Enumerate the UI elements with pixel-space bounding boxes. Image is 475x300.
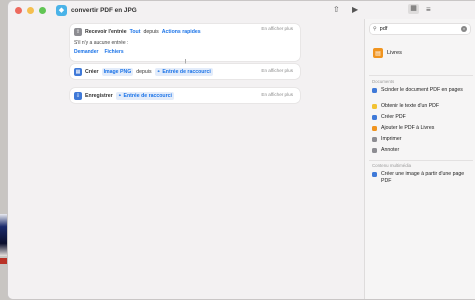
action-item-label: Créer une image à partir d'une page PDF [381, 171, 465, 184]
text-icon [372, 103, 377, 109]
library-icon[interactable]: ▦ [408, 4, 419, 14]
action-row: ⇧ Recevoir l'entrée Tout depuis Actions … [70, 24, 300, 39]
shortcut-input-token[interactable]: ⚬ Entrée de raccourci [115, 91, 174, 100]
action-name: Enregistrer [85, 92, 113, 99]
settings-slider-icon[interactable]: ≡ [426, 5, 431, 14]
action-item-print[interactable]: Imprimer [372, 136, 470, 143]
action-row: ⇩ Enregistrer ⚬ Entrée de raccourci En a… [70, 88, 300, 103]
input-source-token[interactable]: Actions rapides [162, 29, 201, 35]
shortcut-title[interactable]: convertir PDF en JPG [71, 7, 137, 14]
close-window-button[interactable] [15, 6, 22, 14]
action-item-split-pdf[interactable]: Scinder le document PDF en pages [372, 87, 470, 94]
token-label: Entrée de raccourci [123, 92, 172, 99]
action-library-sidebar: ⚲ pdf × ▤ Livres Documents Scinder le do… [364, 19, 475, 299]
shortcut-input-token[interactable]: ⚬ Entrée de raccourci [154, 67, 213, 76]
save-icon: ⇩ [74, 91, 82, 100]
shortcut-editor: ⇧ Recevoir l'entrée Tout depuis Actions … [8, 19, 364, 299]
books-icon [372, 125, 377, 131]
pdf-icon [372, 114, 377, 120]
action-name: Recevoir l'entrée [85, 28, 127, 35]
search-input[interactable]: ⚲ pdf × [370, 24, 470, 34]
action-name: Créer [85, 68, 99, 75]
search-icon: ⚲ [373, 26, 377, 32]
files-button[interactable]: Fichiers [104, 49, 123, 55]
action-item-get-pdf-text[interactable]: Obtenir le texte d'un PDF [372, 103, 470, 110]
action-item-label: Créer PDF [381, 114, 406, 120]
app-result-books[interactable]: ▤ Livres [373, 48, 402, 58]
connector-text: depuis [143, 28, 159, 35]
action-item-label: Obtenir le texte d'un PDF [381, 103, 440, 109]
token-label: Entrée de raccourci [162, 68, 211, 75]
image-icon: ▦ [74, 67, 82, 76]
input-icon: ⇧ [74, 27, 82, 36]
save-action[interactable]: ⇩ Enregistrer ⚬ Entrée de raccourci En a… [70, 88, 300, 103]
show-more-link[interactable]: En afficher plus [261, 92, 293, 97]
action-item-image-from-pdf-page[interactable]: Créer une image à partir d'une page PDF [372, 171, 470, 184]
section-title-multimedia: Contenu multimédia [372, 163, 412, 168]
title-bar: ◆ convertir PDF en JPG ⇧ ▶ ▦ ≡ [8, 1, 475, 19]
printer-icon [372, 136, 377, 142]
window-controls [15, 6, 46, 14]
section-title-documents: Documents [372, 79, 395, 84]
no-input-options: Demander Fichiers [70, 46, 300, 57]
action-item-label: Scinder le document PDF en pages [381, 87, 463, 93]
receive-input-action[interactable]: ⇧ Recevoir l'entrée Tout depuis Actions … [70, 24, 300, 61]
action-item-label: Imprimer [381, 136, 402, 142]
input-type-token[interactable]: Tout [130, 29, 141, 35]
divider [369, 75, 473, 76]
zoom-window-button[interactable] [39, 6, 46, 14]
app-result-label: Livres [387, 50, 402, 56]
action-item-create-pdf[interactable]: Créer PDF [372, 114, 470, 121]
run-icon[interactable]: ▶ [352, 5, 358, 14]
annotate-icon [372, 147, 377, 153]
document-icon [372, 87, 377, 93]
show-more-link[interactable]: En afficher plus [261, 26, 293, 31]
ask-button[interactable]: Demander [74, 49, 98, 55]
action-item-add-pdf-to-books[interactable]: Ajouter le PDF à Livres [372, 125, 470, 132]
action-item-label: Annoter [381, 147, 400, 153]
share-icon[interactable]: ⇧ [333, 5, 340, 14]
image-icon [372, 171, 377, 177]
search-query[interactable]: pdf [380, 26, 388, 32]
no-input-label: S'il n'y a aucune entrée : [74, 40, 129, 46]
action-item-label: Ajouter le PDF à Livres [381, 125, 435, 131]
shortcuts-window: ◆ convertir PDF en JPG ⇧ ▶ ▦ ≡ ⇧ Recevoi… [7, 0, 475, 300]
books-icon: ▤ [373, 48, 383, 58]
action-item-annotate[interactable]: Annoter [372, 147, 470, 154]
shortcut-icon[interactable]: ◆ [56, 4, 67, 16]
output-type-token[interactable]: Image PNG [101, 67, 134, 76]
divider [369, 160, 473, 161]
clear-search-icon[interactable]: × [461, 26, 467, 32]
show-more-link[interactable]: En afficher plus [261, 68, 293, 73]
create-image-action[interactable]: ▦ Créer Image PNG depuis ⚬ Entrée de rac… [70, 64, 300, 79]
minimize-window-button[interactable] [27, 6, 34, 14]
action-row: ▦ Créer Image PNG depuis ⚬ Entrée de rac… [70, 64, 300, 79]
connector-text: depuis [136, 68, 152, 75]
